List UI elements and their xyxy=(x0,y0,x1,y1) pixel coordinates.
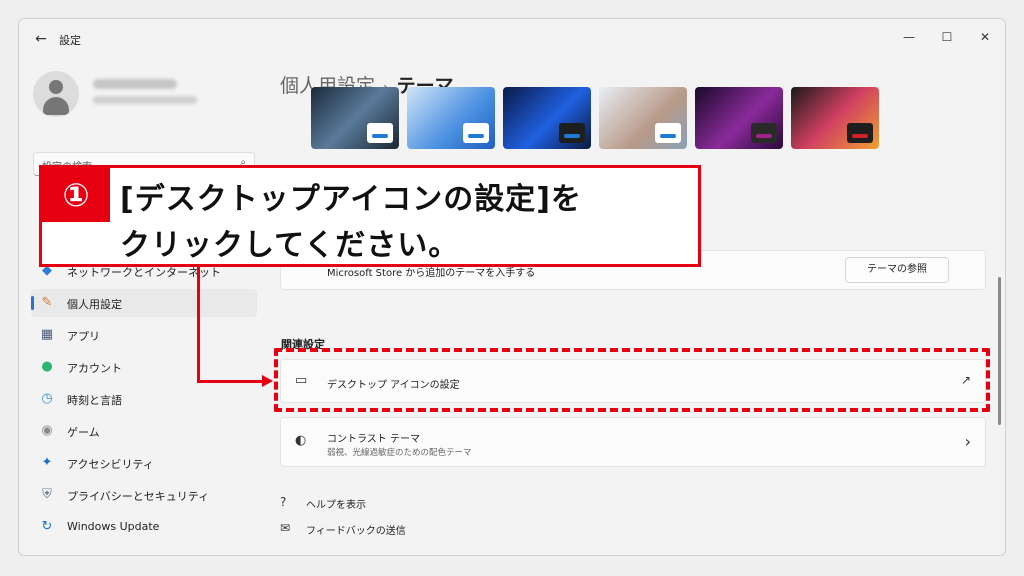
theme-preview-window xyxy=(463,123,489,143)
annotation-arrow-horizontal xyxy=(197,380,263,383)
theme-gallery xyxy=(311,87,891,151)
shield-icon: ⛨ xyxy=(42,487,52,502)
annotation-callout: ① [デスクトップアイコンの設定]を クリックしてください。 xyxy=(39,165,701,267)
theme-preview-window xyxy=(367,123,393,143)
user-email-blurred xyxy=(93,96,197,104)
sidebar-item-label: 時刻と言語 xyxy=(67,394,122,407)
callout-line-1: [デスクトップアイコンの設定]を xyxy=(120,182,582,217)
sidebar-item-label: プライバシーとセキュリティ xyxy=(67,490,210,503)
maximize-icon[interactable]: ☐ xyxy=(929,25,965,49)
annotation-arrow-vertical xyxy=(197,267,200,383)
minimize-icon[interactable]: — xyxy=(891,25,927,49)
sidebar: 設定の検索 ⌕ ᛒBluetooth とデバイス◆ネットワークとインターネット✎… xyxy=(19,59,269,555)
theme-accent-bar xyxy=(564,134,580,138)
apps-icon: ▦ xyxy=(40,327,54,342)
theme-accent-bar xyxy=(852,134,868,138)
globe-clock-icon: ◷ xyxy=(41,391,53,406)
close-icon[interactable]: ✕ xyxy=(967,25,1003,49)
theme-accent-bar xyxy=(468,134,484,138)
contrast-themes-subtitle: 弱視、光線過敏症のための配色テーマ xyxy=(327,448,472,458)
feedback-icon: ✉ xyxy=(280,521,291,535)
theme-thumbnail[interactable] xyxy=(695,87,783,149)
step-number-badge: ① xyxy=(42,168,110,222)
theme-accent-bar xyxy=(660,134,676,138)
account-icon: ● xyxy=(41,359,53,374)
avatar-body-shape xyxy=(43,97,69,115)
app-title: 設定 xyxy=(59,34,81,47)
theme-accent-bar xyxy=(372,134,388,138)
gamepad-icon: ◉ xyxy=(41,423,53,438)
sidebar-item-privacy-security[interactable]: ⛨ プライバシーとセキュリティ xyxy=(31,481,257,509)
theme-preview-window xyxy=(751,123,777,143)
accessibility-icon: ✦ xyxy=(41,455,53,470)
sidebar-item-personalization[interactable]: ✎ 個人用設定 xyxy=(31,289,257,317)
help-icon: ? xyxy=(280,495,287,509)
send-feedback-label: フィードバックの送信 xyxy=(306,526,406,537)
avatar-head-shape xyxy=(49,80,63,94)
sidebar-item-label: アカウント xyxy=(67,362,122,375)
browse-themes-button[interactable]: テーマの参照 xyxy=(845,257,949,283)
theme-thumbnail[interactable] xyxy=(599,87,687,149)
theme-thumbnail[interactable] xyxy=(311,87,399,149)
selection-indicator xyxy=(31,296,34,310)
theme-thumbnail[interactable] xyxy=(407,87,495,149)
sidebar-item-label: アクセシビリティ xyxy=(67,458,154,471)
theme-thumbnail[interactable] xyxy=(503,87,591,149)
scrollbar[interactable] xyxy=(998,277,1001,425)
sidebar-item-time-language[interactable]: ◷ 時刻と言語 xyxy=(31,385,257,413)
sidebar-item-label: 個人用設定 xyxy=(67,298,122,311)
user-name-blurred xyxy=(93,79,177,89)
sidebar-item-label: ゲーム xyxy=(67,426,100,439)
get-help-label: ヘルプを表示 xyxy=(306,500,366,511)
annotation-dashed-highlight xyxy=(274,348,990,412)
get-help-link[interactable]: ? ヘルプを表示 xyxy=(280,494,420,512)
theme-preview-window xyxy=(655,123,681,143)
callout-line-2: クリックしてください。 xyxy=(120,228,460,263)
sidebar-item-accounts[interactable]: ● アカウント xyxy=(31,353,257,381)
update-icon: ↻ xyxy=(41,519,53,534)
settings-window: ← 設定 — ☐ ✕ 設定の検索 ⌕ ᛒBluetooth とデバイス◆ネットワ… xyxy=(18,18,1006,556)
avatar[interactable] xyxy=(33,71,79,117)
theme-thumbnail[interactable] xyxy=(791,87,879,149)
sidebar-item-label: アプリ xyxy=(67,330,100,343)
contrast-themes-title: コントラスト テーマ xyxy=(327,434,420,445)
sidebar-item-accessibility[interactable]: ✦ アクセシビリティ xyxy=(31,449,257,477)
contrast-icon: ◐ xyxy=(295,433,307,448)
theme-preview-window xyxy=(847,123,873,143)
sidebar-item-label: Windows Update xyxy=(67,520,160,533)
sidebar-item-gaming[interactable]: ◉ ゲーム xyxy=(31,417,257,445)
sidebar-item-apps[interactable]: ▦ アプリ xyxy=(31,321,257,349)
brush-icon: ✎ xyxy=(41,295,53,310)
contrast-themes-row[interactable]: ◐ コントラスト テーマ 弱視、光線過敏症のための配色テーマ › xyxy=(280,417,986,467)
title-bar: ← 設定 — ☐ ✕ xyxy=(19,19,1005,59)
theme-preview-window xyxy=(559,123,585,143)
send-feedback-link[interactable]: ✉ フィードバックの送信 xyxy=(280,520,440,538)
sidebar-item-windows-update[interactable]: ↻ Windows Update xyxy=(31,513,257,541)
back-arrow-icon[interactable]: ← xyxy=(29,29,53,49)
chevron-right-icon: › xyxy=(964,432,971,451)
theme-accent-bar xyxy=(756,134,772,138)
annotation-arrowhead-icon xyxy=(262,375,273,387)
